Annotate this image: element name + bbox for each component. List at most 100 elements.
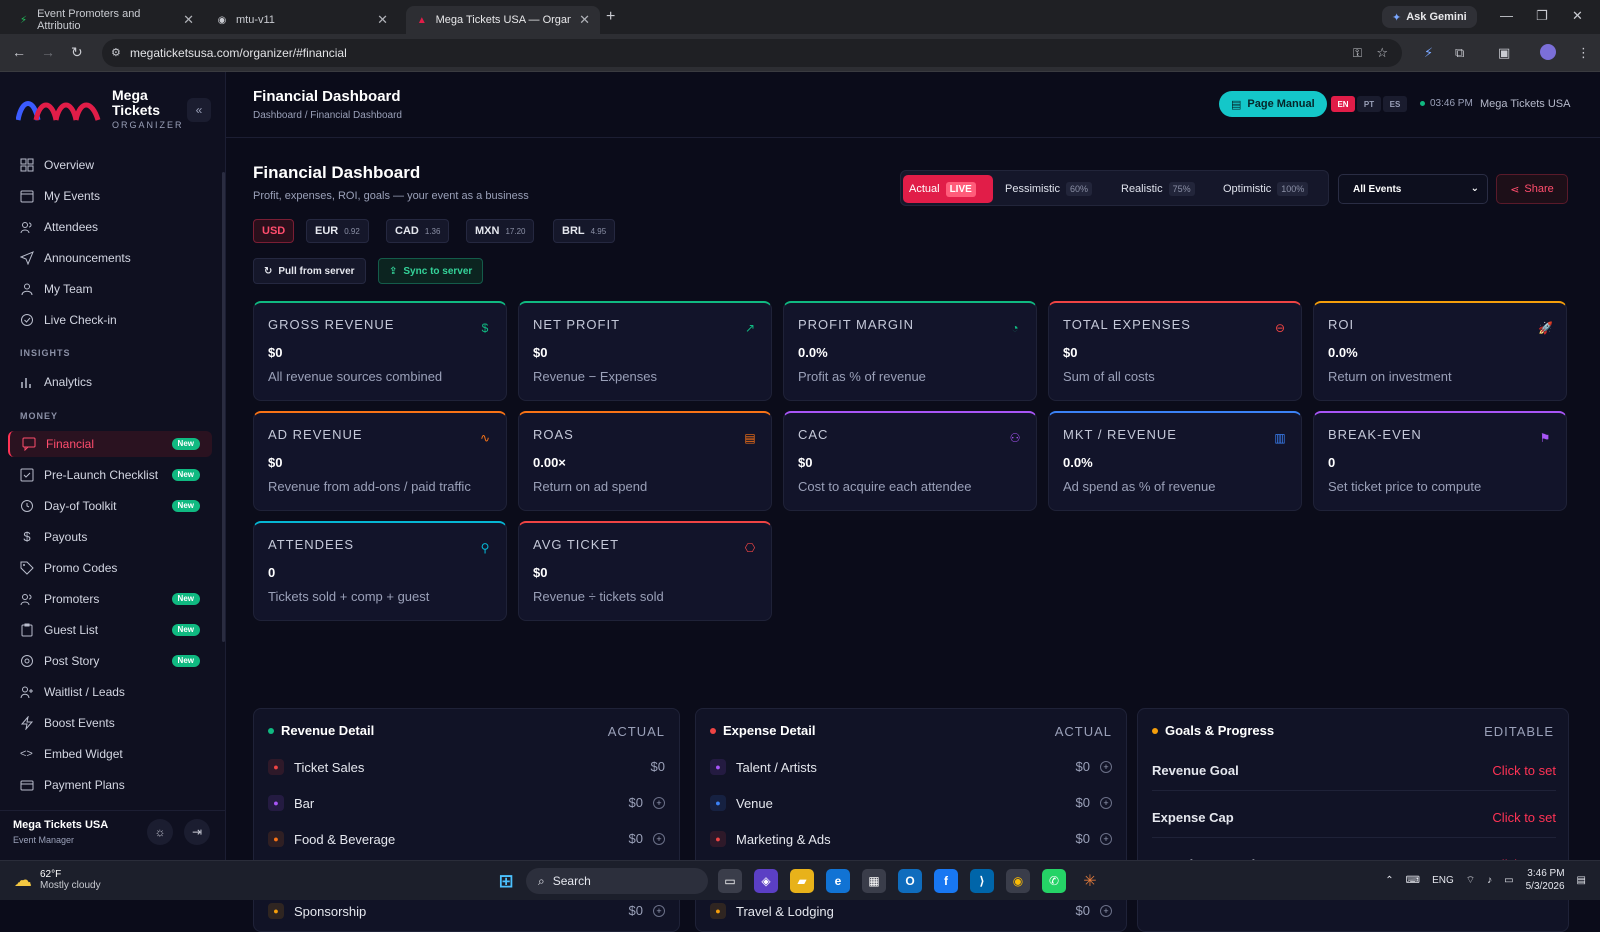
sidebar-item-boost-events[interactable]: Boost Events: [8, 710, 212, 736]
sidebar-item-waitlist-leads[interactable]: Waitlist / Leads: [8, 679, 212, 705]
minimize-icon[interactable]: —: [1500, 8, 1513, 23]
wifi-icon[interactable]: ⌔: [1466, 874, 1475, 887]
scenario-actual[interactable]: Actual LIVE: [903, 175, 993, 203]
battery-icon[interactable]: ▭: [1504, 875, 1513, 886]
currency-eur[interactable]: EUR 0.92: [306, 219, 369, 243]
detail-amount[interactable]: $0: [1076, 795, 1090, 810]
star-icon[interactable]: ☆: [1376, 45, 1388, 61]
reload-icon[interactable]: ↻: [71, 44, 83, 61]
sidebar-item-my-team[interactable]: My Team: [8, 276, 212, 302]
detail-row[interactable]: ● Bar: [268, 793, 314, 813]
sidebar-item-payment-plans[interactable]: Payment Plans: [8, 772, 212, 798]
keyboard-icon[interactable]: ⌨: [1406, 875, 1420, 886]
edge-icon[interactable]: e: [826, 869, 850, 893]
lang-es-button[interactable]: ES: [1383, 96, 1407, 112]
detail-row[interactable]: ● Food & Beverage: [268, 829, 395, 849]
input-language[interactable]: ENG: [1432, 875, 1454, 886]
back-icon[interactable]: ←: [12, 44, 26, 60]
taskbar-search[interactable]: ⌕ Search: [526, 868, 708, 894]
store-icon[interactable]: ▦: [862, 869, 886, 893]
sidebar-item-guest-list[interactable]: Guest List New: [8, 617, 212, 643]
chrome-icon[interactable]: ◉: [1006, 869, 1030, 893]
whatsapp-icon[interactable]: ✆: [1042, 869, 1066, 893]
lang-pt-button[interactable]: PT: [1357, 96, 1381, 112]
site-info-icon[interactable]: ⚙: [111, 46, 121, 59]
address-input[interactable]: ⚙ megaticketsusa.com/organizer/#financia…: [102, 39, 1402, 67]
sidepanel-icon[interactable]: ▣: [1498, 45, 1510, 61]
brand-logo[interactable]: Mega Tickets ORGANIZER: [16, 88, 184, 130]
detail-row[interactable]: ● Marketing & Ads: [710, 829, 831, 849]
add-entry-icon[interactable]: +: [1100, 905, 1112, 917]
task-view-icon[interactable]: ▭: [718, 869, 742, 893]
detail-row[interactable]: ● Sponsorship: [268, 901, 366, 921]
add-entry-icon[interactable]: +: [1100, 761, 1112, 773]
sidebar-item-day-of-toolkit[interactable]: Day-of Toolkit New: [8, 493, 212, 519]
notification-icon[interactable]: ▤: [1577, 875, 1586, 886]
add-entry-icon[interactable]: +: [653, 797, 665, 809]
scenario-optimistic[interactable]: Optimistic 100%: [1217, 175, 1314, 203]
detail-row[interactable]: ● Travel & Lodging: [710, 901, 834, 921]
sidebar-item-my-events[interactable]: My Events: [8, 183, 212, 209]
avatar[interactable]: [1540, 44, 1556, 60]
goal-set-link[interactable]: Click to set: [1492, 810, 1556, 825]
breadcrumb[interactable]: Dashboard / Financial Dashboard: [253, 110, 402, 121]
browser-tab[interactable]: ◉ mtu-v11 ✕: [206, 6, 398, 34]
detail-amount[interactable]: $0: [629, 903, 643, 918]
sidebar-item-announcements[interactable]: Announcements: [8, 245, 212, 271]
vscode-icon[interactable]: ⟩: [970, 869, 994, 893]
file-explorer-icon[interactable]: ▰: [790, 869, 814, 893]
ask-gemini-button[interactable]: ✦ Ask Gemini: [1382, 6, 1477, 28]
lang-en-button[interactable]: EN: [1331, 96, 1355, 112]
currency-brl[interactable]: BRL 4.95: [553, 219, 616, 243]
sidebar-item-financial[interactable]: Financial New: [8, 431, 212, 457]
facebook-icon[interactable]: f: [934, 869, 958, 893]
currency-usd[interactable]: USD: [253, 219, 295, 243]
sidebar-item-embed-widget[interactable]: <> Embed Widget: [8, 741, 212, 767]
sidebar-item-live-check-in[interactable]: Live Check-in: [8, 307, 212, 333]
menu-icon[interactable]: ⋮: [1577, 45, 1590, 61]
detail-row[interactable]: ● Talent / Artists: [710, 757, 817, 777]
sidebar-item-post-story[interactable]: Post Story New: [8, 648, 212, 674]
puzzle-icon[interactable]: ⧉: [1455, 45, 1464, 61]
detail-row[interactable]: ● Venue: [710, 793, 773, 813]
page-manual-button[interactable]: ▤ Page Manual: [1219, 91, 1327, 117]
sidebar-item-attendees[interactable]: Attendees: [8, 214, 212, 240]
new-tab-icon[interactable]: +: [606, 8, 615, 26]
currency-cad[interactable]: CAD 1.36: [386, 219, 450, 243]
sidebar-item-pre-launch-checklist[interactable]: Pre-Launch Checklist New: [8, 462, 212, 488]
detail-amount[interactable]: $0: [629, 795, 643, 810]
add-entry-icon[interactable]: +: [1100, 833, 1112, 845]
sidebar-scrollbar[interactable]: [222, 172, 225, 642]
currency-mxn[interactable]: MXN 17.20: [466, 219, 535, 243]
theme-toggle-button[interactable]: ☼: [147, 819, 173, 845]
sidebar-item-promoters[interactable]: Promoters New: [8, 586, 212, 612]
detail-amount[interactable]: $0: [651, 759, 665, 774]
close-icon[interactable]: ✕: [183, 12, 194, 28]
event-select[interactable]: All Events ⌄: [1338, 174, 1488, 204]
extension-icon[interactable]: ⚡: [1424, 45, 1433, 61]
claude-icon[interactable]: ✳: [1078, 869, 1102, 893]
add-entry-icon[interactable]: +: [653, 905, 665, 917]
taskbar-clock[interactable]: 3:46 PM 5/3/2026: [1526, 867, 1565, 893]
scenario-realistic[interactable]: Realistic 75%: [1115, 175, 1201, 203]
forward-icon[interactable]: →: [41, 44, 55, 60]
detail-amount[interactable]: $0: [1076, 759, 1090, 774]
chevron-up-icon[interactable]: ⌃: [1385, 875, 1393, 886]
browser-tab-active[interactable]: ▲ Mega Tickets USA — Organize ✕: [406, 6, 600, 34]
weather-widget[interactable]: ☁ 62°F Mostly cloudy: [14, 869, 101, 891]
volume-icon[interactable]: ♪: [1487, 875, 1492, 886]
add-entry-icon[interactable]: +: [1100, 797, 1112, 809]
detail-row[interactable]: ● Ticket Sales: [268, 757, 364, 777]
pull-from-server-button[interactable]: ↻ Pull from server: [253, 258, 366, 284]
close-icon[interactable]: ✕: [579, 12, 590, 28]
detail-amount[interactable]: $0: [1076, 903, 1090, 918]
sync-to-server-button[interactable]: ⇪ Sync to server: [378, 258, 484, 284]
goal-set-link[interactable]: Click to set: [1492, 763, 1556, 778]
sidebar-item-analytics[interactable]: Analytics: [8, 369, 212, 395]
key-icon[interactable]: ⚿: [1353, 46, 1362, 61]
detail-amount[interactable]: $0: [629, 831, 643, 846]
browser-tab[interactable]: ⚡ Event Promoters and Attributio ✕: [8, 6, 204, 34]
close-window-icon[interactable]: ✕: [1572, 8, 1583, 24]
copilot-icon[interactable]: ◈: [754, 869, 778, 893]
sidebar-item-overview[interactable]: Overview: [8, 152, 212, 178]
